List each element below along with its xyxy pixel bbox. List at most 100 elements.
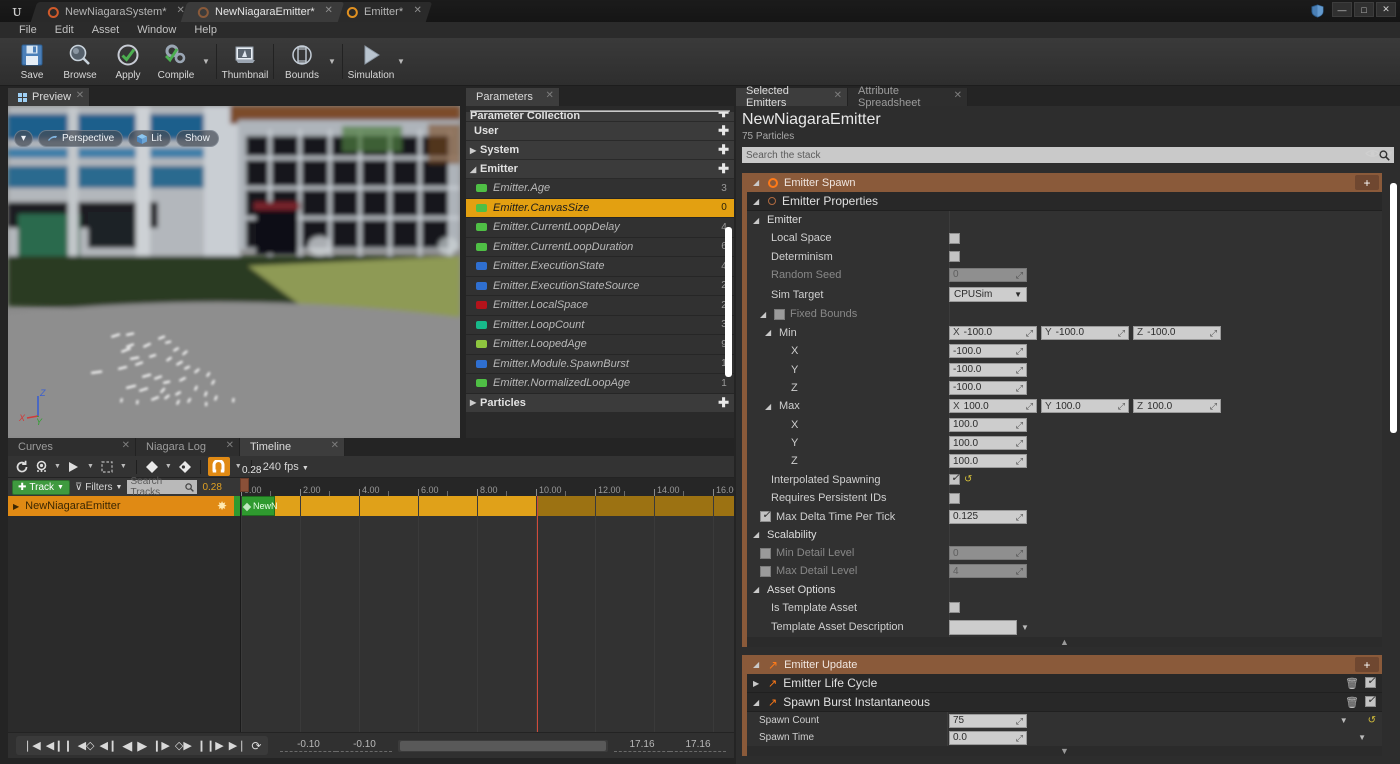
reset-icon[interactable]: ↺ xyxy=(964,474,972,485)
simulation-button[interactable]: Simulation xyxy=(347,38,395,85)
property-random-seed[interactable]: Random Seed 0 ⤢ xyxy=(747,266,1382,284)
property-max-vector[interactable]: ◢ Max X 100.0 ⤢ Y 100.0 ⤢ Z 100.0 ⤢ xyxy=(747,397,1382,415)
add-module-button[interactable]: + xyxy=(1355,657,1379,673)
spinner-icon[interactable]: ⤢ xyxy=(1118,401,1125,412)
tab-attribute-spreadsheet[interactable]: Attribute Spreadsheet ✕ xyxy=(848,85,968,109)
chevron-down-icon[interactable]: ◢ xyxy=(760,310,769,319)
tab-preview[interactable]: Preview ✕ xyxy=(8,88,91,106)
close-icon[interactable]: ✕ xyxy=(413,5,421,16)
timeline-horizontal-scrollbar[interactable] xyxy=(398,739,608,752)
close-icon[interactable]: ✕ xyxy=(331,440,339,451)
close-icon[interactable]: ✕ xyxy=(76,90,84,101)
min-detail-input[interactable]: 0 ⤢ xyxy=(949,546,1027,561)
view-end-input[interactable]: 17.16 xyxy=(614,739,670,752)
property-max-y[interactable]: Y 100.0 ⤢ xyxy=(747,434,1382,452)
next-key-icon[interactable]: ❙❙▶ xyxy=(197,739,224,752)
tab-selected-emitters[interactable]: Selected Emitters ✕ xyxy=(736,85,848,109)
delete-icon[interactable]: 🗑 xyxy=(1345,696,1359,709)
property-determinism[interactable]: Determinism xyxy=(747,247,1382,265)
key-filled-icon[interactable] xyxy=(177,458,193,476)
chevron-down-icon[interactable]: ◢ xyxy=(753,585,762,594)
timeline-key-block[interactable]: NewN xyxy=(241,496,278,516)
marquee-dropdown-icon[interactable]: ▼ xyxy=(118,463,129,470)
parameters-scrollbar[interactable] xyxy=(725,128,732,418)
timeline-tracks-area[interactable]: NewN xyxy=(240,496,734,732)
spinner-icon[interactable]: ⤢ xyxy=(1016,383,1023,394)
spinner-icon[interactable]: ⤢ xyxy=(1016,365,1023,376)
chevron-down-icon[interactable]: ◢ xyxy=(765,328,774,337)
jump-to-start-icon[interactable]: ❘◀ xyxy=(23,739,41,752)
spinner-icon[interactable]: ⤢ xyxy=(1016,270,1023,281)
spinner-icon[interactable]: ⤢ xyxy=(1210,401,1217,412)
min-z-input[interactable]: Z -100.0 ⤢ xyxy=(1133,325,1221,340)
spinner-icon[interactable]: ⤢ xyxy=(1016,566,1023,577)
param-group-emitter[interactable]: ◢ Emitter ✚ xyxy=(466,160,734,179)
chevron-down-icon[interactable]: ◢ xyxy=(753,216,762,225)
enable-module-checkbox[interactable] xyxy=(1365,674,1377,688)
tab-niagara-log[interactable]: Niagara Log ✕ xyxy=(136,438,240,456)
property-template-description[interactable]: Template Asset Description ▼ xyxy=(747,617,1382,637)
menu-item-edit[interactable]: Edit xyxy=(46,22,83,38)
emitter-update-header[interactable]: ◢ ↗ Emitter Update + xyxy=(747,655,1382,675)
stack-search-input[interactable]: Search the stack xyxy=(742,147,1394,163)
parameter-item[interactable]: Emitter.LocalSpace 2 xyxy=(466,296,734,316)
max-delta-checkbox[interactable] xyxy=(760,508,772,523)
simulation-dropdown-icon[interactable]: ▼ xyxy=(395,38,407,85)
chevron-down-icon[interactable]: ◢ xyxy=(753,178,762,187)
property-spawn-time[interactable]: Spawn Time 0.0 ⤢ ▼ xyxy=(747,729,1382,746)
max-x-input[interactable]: X 100.0 ⤢ xyxy=(949,399,1037,414)
property-min-detail-level[interactable]: Min Detail Level 0 ⤢ xyxy=(747,544,1382,562)
reset-icon[interactable]: ↺ xyxy=(1368,715,1376,726)
magnet-icon[interactable] xyxy=(207,457,230,476)
max-detail-checkbox[interactable] xyxy=(760,565,771,577)
category-asset-options[interactable]: ◢ Asset Options xyxy=(747,581,1382,599)
property-max-x[interactable]: X 100.0 ⤢ xyxy=(747,416,1382,434)
step-forward-icon[interactable]: ◇▶ xyxy=(175,739,192,752)
next-frame-icon[interactable]: ❙▶ xyxy=(152,739,170,752)
property-min-z[interactable]: Z -100.0 ⤢ xyxy=(747,379,1382,397)
parameter-item-selected[interactable]: Emitter.CanvasSize 0 xyxy=(466,198,734,218)
viewport-lit-button[interactable]: Lit xyxy=(128,130,171,147)
record-dropdown-icon[interactable]: ▼ xyxy=(52,463,63,470)
viewport-perspective-button[interactable]: Perspective xyxy=(38,130,124,147)
close-icon[interactable]: ✕ xyxy=(834,90,842,101)
tab-curves[interactable]: Curves ✕ xyxy=(8,438,136,456)
spinner-icon[interactable]: ⤢ xyxy=(1016,420,1023,431)
bounds-button[interactable]: Bounds xyxy=(278,38,326,85)
chevron-down-icon[interactable]: ▼ xyxy=(1386,149,1394,158)
chevron-down-icon[interactable]: ▼ xyxy=(1358,733,1366,742)
viewport-show-button[interactable]: Show xyxy=(175,130,219,147)
min-z-component-input[interactable]: -100.0 ⤢ xyxy=(949,380,1027,395)
local-space-checkbox[interactable] xyxy=(949,232,960,244)
collapse-section-icon[interactable]: ▲ xyxy=(747,637,1382,648)
max-x-component-input[interactable]: 100.0 ⤢ xyxy=(949,417,1027,432)
sim-target-dropdown[interactable]: CPUSim ▼ xyxy=(949,287,1027,303)
play-reverse-icon[interactable]: ◀ xyxy=(122,738,132,754)
property-min-y[interactable]: Y -100.0 ⤢ xyxy=(747,360,1382,378)
spinner-icon[interactable]: ⤢ xyxy=(1016,716,1023,727)
browse-button[interactable]: Browse xyxy=(56,38,104,85)
min-y-input[interactable]: Y -100.0 ⤢ xyxy=(1041,325,1129,340)
close-button[interactable]: ✕ xyxy=(1376,2,1396,17)
window-tab-emitter[interactable]: NewNiagaraEmitter* ✕ xyxy=(181,2,345,22)
property-requires-persistent-ids[interactable]: Requires Persistent IDs xyxy=(747,489,1382,507)
stack-content[interactable]: ◢ Emitter Spawn + ◢ Emitter Properties ◢… xyxy=(736,171,1400,764)
max-delta-input[interactable]: 0.125 ⤢ xyxy=(949,509,1027,524)
tab-parameters[interactable]: Parameters ✕ xyxy=(466,88,560,106)
chevron-right-icon[interactable]: ▶ xyxy=(753,679,762,688)
range-start-input[interactable]: -0.10 xyxy=(280,739,337,752)
add-track-button[interactable]: ✚ Track ▼ xyxy=(12,479,70,495)
play-icon[interactable] xyxy=(66,458,82,476)
menu-item-help[interactable]: Help xyxy=(185,22,226,38)
enable-module-checkbox[interactable] xyxy=(1365,693,1377,707)
loop-playback-icon[interactable]: ⟳ xyxy=(251,739,261,753)
compile-dropdown-icon[interactable]: ▼ xyxy=(200,38,212,85)
viewport-3d[interactable]: ▾ Perspective Lit Show Z X Y xyxy=(8,106,460,438)
property-max-z[interactable]: Z 100.0 ⤢ xyxy=(747,452,1382,470)
min-x-input[interactable]: X -100.0 ⤢ xyxy=(949,325,1037,340)
filters-button[interactable]: ⊽ Filters ▼ xyxy=(75,482,123,493)
prev-key-icon[interactable]: ◀❙❙ xyxy=(46,739,73,752)
spinner-icon[interactable]: ⤢ xyxy=(1016,512,1023,523)
param-group-system[interactable]: ▶ System ✚ xyxy=(466,141,734,160)
compile-button[interactable]: Compile xyxy=(152,38,200,85)
